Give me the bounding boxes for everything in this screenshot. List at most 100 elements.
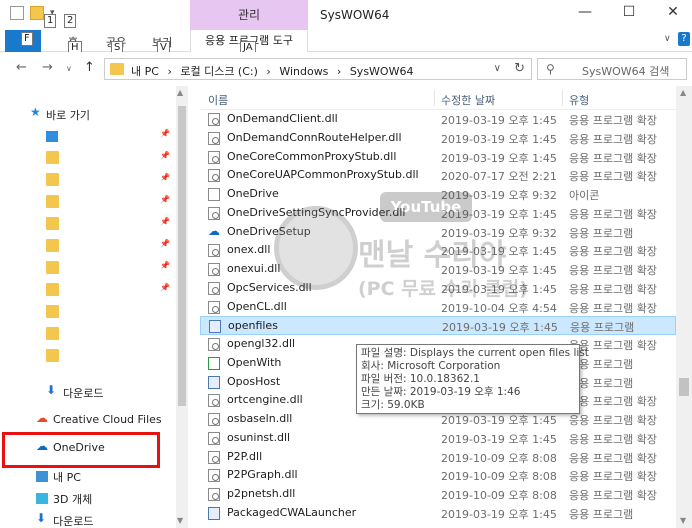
- pin-icon[interactable]: 📌: [160, 261, 170, 270]
- file-name: OneDrive: [227, 187, 279, 200]
- tab-file[interactable]: F: [5, 30, 41, 52]
- nav-item[interactable]: ⬇ 다운로드: [0, 510, 176, 528]
- breadcrumb-c-drive[interactable]: 로컬 디스크 (C:): [180, 65, 258, 78]
- pin-icon[interactable]: 📌: [160, 239, 170, 248]
- nav-item[interactable]: 📌: [0, 126, 176, 146]
- nav-item[interactable]: ⬇ 다운로드: [0, 382, 176, 402]
- file-row[interactable]: openfiles 2019-03-19 오후 1:45 응용 프로그램: [200, 316, 676, 335]
- file-scroll-thumb[interactable]: [679, 378, 689, 396]
- nav-item[interactable]: 📌: [0, 170, 176, 190]
- file-row[interactable]: osuninst.dll 2019-03-19 오후 1:45 응용 프로그램 확장: [200, 429, 676, 448]
- dll-file-icon: [208, 281, 220, 295]
- dll-file-icon: [208, 488, 220, 501]
- nav-item[interactable]: [0, 324, 176, 344]
- navigation-pane: ★ 바로 가기 📌 📌 📌 📌 📌 📌 📌 📌 ⬇ 다운로드 ☁ Creative Cloud Files…: [0, 86, 188, 528]
- nav-item[interactable]: [0, 346, 176, 366]
- ribbon-tabs: F 홈 공유 보기 H S V 응용 프로그램 도구 JA ∨ ?: [0, 30, 692, 55]
- breadcrumb-sep: ›: [266, 65, 271, 78]
- pin-icon[interactable]: 📌: [160, 283, 170, 292]
- help-icon[interactable]: ?: [678, 32, 690, 46]
- scroll-up-icon[interactable]: ▲: [680, 88, 686, 97]
- up-arrow-icon[interactable]: ↑: [84, 60, 95, 75]
- file-row[interactable]: onex.dll 2019-03-19 오후 1:45 응용 프로그램 확장: [200, 241, 676, 260]
- maximize-button[interactable]: ☐: [618, 4, 640, 24]
- file-row[interactable]: OneDrive 2019-03-19 오후 9:32 아이콘: [200, 185, 676, 204]
- file-icon: [208, 356, 220, 370]
- file-row[interactable]: OpenCL.dll 2019-10-04 오후 4:54 응용 프로그램 확장: [200, 298, 676, 317]
- file-row[interactable]: OnDemandClient.dll 2019-03-19 오후 1:45 응용 프…: [200, 110, 676, 129]
- file-row[interactable]: OneCoreCommonProxyStub.dll 2019-03-19 오후 …: [200, 148, 676, 167]
- file-row[interactable]: onexui.dll 2019-03-19 오후 1:45 응용 프로그램 확장: [200, 260, 676, 279]
- file-row[interactable]: OnDemandConnRouteHelper.dll 2019-03-19 오후…: [200, 129, 676, 148]
- creative-cloud-icon: ☁: [36, 411, 48, 425]
- recent-dropdown-icon[interactable]: ∨: [66, 64, 72, 73]
- properties-icon[interactable]: [10, 6, 24, 20]
- nav-item[interactable]: 3D 개체: [0, 488, 176, 508]
- nav-item[interactable]: ★ 바로 가기: [0, 104, 176, 124]
- nav-item[interactable]: 📌: [0, 148, 176, 168]
- context-tab-manage[interactable]: 관리: [190, 0, 308, 30]
- forward-arrow-icon[interactable]: →: [42, 60, 53, 75]
- file-date: 2019-03-19 오후 9:32: [441, 226, 557, 240]
- expand-ribbon-icon[interactable]: ∨: [664, 34, 671, 44]
- address-dropdown-icon[interactable]: ∨: [494, 63, 501, 74]
- file-type: 응용 프로그램 확장: [569, 245, 657, 259]
- nav-item[interactable]: 📌: [0, 214, 176, 234]
- close-button[interactable]: ✕: [662, 4, 684, 24]
- nav-item[interactable]: 📌: [0, 280, 176, 300]
- file-row[interactable]: P2PGraph.dll 2019-10-09 오후 8:08 응용 프로그램 확장: [200, 466, 676, 485]
- highlight-box: [2, 432, 160, 468]
- search-box[interactable]: ⚲ SysWOW64 검색: [537, 58, 687, 80]
- dll-file-icon: [208, 244, 220, 258]
- file-row[interactable]: ☁ OneDriveSetup 2019-03-19 오후 9:32 응용 프로그램: [200, 223, 676, 242]
- pin-icon[interactable]: 📌: [160, 217, 170, 226]
- file-row[interactable]: OneCoreUAPCommonProxyStub.dll 2020-07-17 …: [200, 166, 676, 185]
- nav-item[interactable]: 📌: [0, 258, 176, 278]
- file-name: p2pnetsh.dll: [227, 487, 296, 500]
- pin-icon[interactable]: 📌: [160, 195, 170, 204]
- file-scrollbar[interactable]: ▲ ▼: [676, 86, 692, 528]
- dll-file-icon: [208, 263, 220, 276]
- column-separator[interactable]: [562, 90, 563, 106]
- tooltip-size: 크기: 59.0KB: [361, 399, 425, 411]
- column-type[interactable]: 유형: [569, 92, 589, 108]
- file-row[interactable]: PackagedCWALauncher 2019-03-19 오후 1:45 응용 …: [200, 504, 676, 523]
- new-folder-icon[interactable]: [30, 6, 44, 20]
- minimize-button[interactable]: —: [574, 4, 596, 24]
- pin-icon[interactable]: 📌: [160, 151, 170, 160]
- nav-item[interactable]: 📌: [0, 236, 176, 256]
- scroll-down-icon[interactable]: ▼: [680, 516, 686, 525]
- address-bar[interactable]: 내 PC › 로컬 디스크 (C:) › Windows › SysWOW64 …: [104, 58, 532, 80]
- keytip-file: F: [21, 32, 33, 46]
- file-type: 응용 프로그램 확장: [569, 432, 657, 446]
- back-arrow-icon[interactable]: ←: [16, 60, 27, 75]
- pin-icon[interactable]: 📌: [160, 129, 170, 138]
- file-row[interactable]: p2pnetsh.dll 2019-10-09 오후 8:08 응용 프로그램 확장: [200, 485, 676, 504]
- breadcrumb: 내 PC › 로컬 디스크 (C:) › Windows › SysWOW64: [131, 63, 418, 79]
- file-row[interactable]: OpcServices.dll 2019-03-19 오후 1:45 응용 프로그램…: [200, 279, 676, 298]
- file-list: 이름 수정한 날짜 유형 OnDemandClient.dll 2019-03-1…: [200, 86, 676, 528]
- breadcrumb-windows[interactable]: Windows: [279, 65, 328, 78]
- refresh-icon[interactable]: ↻: [514, 61, 525, 76]
- nav-scroll-thumb[interactable]: [178, 106, 186, 406]
- breadcrumb-syswow64[interactable]: SysWOW64: [350, 65, 414, 78]
- column-name[interactable]: 이름: [208, 92, 228, 108]
- file-row[interactable]: OneDriveSettingSyncProvider.dll 2019-03-1…: [200, 204, 676, 223]
- nav-scrollbar[interactable]: ▲ ▼: [176, 86, 188, 528]
- file-type: 응용 프로그램 확장: [569, 451, 657, 465]
- nav-item[interactable]: ☁ Creative Cloud Files: [0, 410, 176, 430]
- folder-icon: [46, 217, 59, 230]
- pin-icon[interactable]: 📌: [160, 173, 170, 182]
- breadcrumb-pc[interactable]: 내 PC: [131, 65, 159, 78]
- file-name: openfiles: [228, 319, 278, 333]
- file-name: OneCoreUAPCommonProxyStub.dll: [227, 168, 419, 182]
- file-row[interactable]: P2P.dll 2019-10-09 오후 8:08 응용 프로그램 확장: [200, 448, 676, 467]
- file-icon: [208, 188, 220, 201]
- scroll-up-icon[interactable]: ▲: [177, 88, 183, 97]
- column-date[interactable]: 수정한 날짜: [441, 92, 495, 108]
- column-separator[interactable]: [434, 90, 435, 106]
- nav-item[interactable]: 내 PC: [0, 466, 176, 486]
- nav-item[interactable]: [0, 302, 176, 322]
- nav-item[interactable]: 📌: [0, 192, 176, 212]
- scroll-down-icon[interactable]: ▼: [177, 516, 183, 525]
